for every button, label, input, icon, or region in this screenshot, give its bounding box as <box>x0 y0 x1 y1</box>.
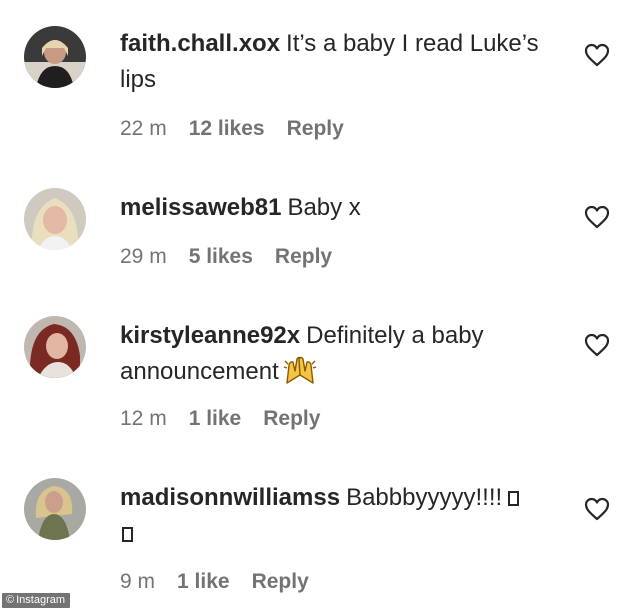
reply-button[interactable]: Reply <box>263 407 320 430</box>
comment-text: melissaweb81 Baby x <box>120 190 540 226</box>
comment-username[interactable]: melissaweb81 <box>120 194 281 221</box>
reply-button[interactable]: Reply <box>275 245 332 268</box>
watermark-label: Instagram <box>16 594 66 606</box>
avatar[interactable] <box>24 26 86 88</box>
comment-item: faith.chall.xox It’s a baby I read Luke’s… <box>0 0 634 160</box>
heart-icon[interactable] <box>584 333 610 357</box>
avatar[interactable] <box>24 316 86 378</box>
comment-time: 29 m <box>120 245 167 268</box>
comment-username[interactable]: madisonnwilliamss <box>120 484 340 511</box>
comment-time: 12 m <box>120 407 167 430</box>
missing-glyph-icon <box>508 491 520 506</box>
raising-hands-emoji-icon <box>283 355 317 385</box>
heart-icon[interactable] <box>584 497 610 521</box>
comment-meta: 29 m 5 likes Reply <box>120 245 332 269</box>
comment-item: kirstyleanne92x Definitely a baby announc… <box>0 300 634 460</box>
missing-glyph-icon <box>122 527 133 542</box>
comment-likes[interactable]: 12 likes <box>189 117 265 140</box>
heart-icon[interactable] <box>584 43 610 67</box>
avatar[interactable] <box>24 188 86 250</box>
instagram-watermark: © Instagram <box>2 593 71 608</box>
comment-time: 22 m <box>120 117 167 140</box>
comment-likes[interactable]: 1 like <box>177 570 230 593</box>
comment-text: madisonnwilliamss Babbbyyyyy!!!! <box>120 480 540 552</box>
comment-item: melissaweb81 Baby x 29 m 5 likes Reply <box>0 160 634 300</box>
comment-time: 9 m <box>120 570 156 593</box>
comment-item: madisonnwilliamss Babbbyyyyy!!!! 9 m 1 lik… <box>0 460 634 610</box>
comment-text: faith.chall.xox It’s a baby I read Luke’s… <box>120 26 540 98</box>
comment-body: Baby x <box>287 194 361 221</box>
comment-meta: 12 m 1 like Reply <box>120 407 320 431</box>
reply-button[interactable]: Reply <box>252 570 309 593</box>
comment-username[interactable]: kirstyleanne92x <box>120 322 300 349</box>
comment-text: kirstyleanne92x Definitely a baby announc… <box>120 318 540 390</box>
comment-meta: 22 m 12 likes Reply <box>120 117 344 141</box>
copyright-symbol: © <box>6 594 15 606</box>
reply-button[interactable]: Reply <box>287 117 344 140</box>
comment-username[interactable]: faith.chall.xox <box>120 30 280 57</box>
heart-icon[interactable] <box>584 205 610 229</box>
comment-body: Babbbyyyyy!!!! <box>346 484 503 511</box>
comment-meta: 9 m 1 like Reply <box>120 570 309 594</box>
avatar[interactable] <box>24 478 86 540</box>
comment-likes[interactable]: 1 like <box>189 407 242 430</box>
comment-likes[interactable]: 5 likes <box>189 245 253 268</box>
